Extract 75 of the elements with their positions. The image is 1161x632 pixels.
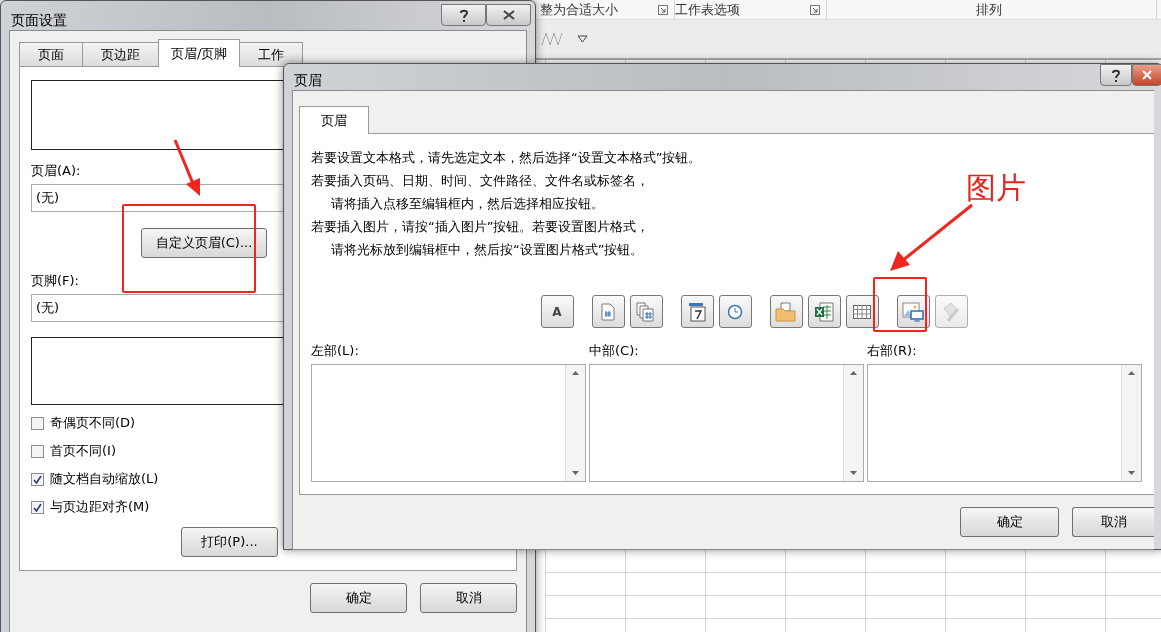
- footer-label: 页脚(F):: [31, 272, 80, 290]
- toolbar-button[interactable]: [591, 295, 625, 328]
- checkbox[interactable]: [31, 444, 44, 458]
- help-icon: [458, 7, 469, 23]
- page-number-icon: [601, 302, 615, 321]
- scroll-down-icon[interactable]: [572, 471, 579, 475]
- checkbox[interactable]: [31, 500, 44, 514]
- print-button[interactable]: 打印(P)...: [181, 527, 278, 557]
- help-icon: [1111, 67, 1121, 83]
- launcher-icon[interactable]: [810, 4, 820, 15]
- tab[interactable]: 页面: [19, 42, 83, 67]
- clock-icon: [727, 303, 743, 320]
- launcher-icon[interactable]: [658, 4, 668, 15]
- instruction-text: 若要插入图片，请按“插入图片”按钮。若要设置图片格式，: [311, 217, 650, 236]
- cancel-button[interactable]: 取消: [420, 583, 517, 613]
- close-icon: [502, 10, 515, 20]
- highlight-frame: [873, 277, 927, 332]
- toolbar-button[interactable]: [769, 295, 803, 328]
- section-label: 中部(C):: [589, 342, 640, 360]
- close-icon: [1142, 70, 1152, 80]
- annotation-label: 图片: [966, 169, 1026, 207]
- help-button[interactable]: [441, 4, 486, 26]
- toolbar-button[interactable]: [896, 295, 930, 328]
- scrollbar[interactable]: [1121, 365, 1141, 481]
- calendar-icon: [688, 301, 706, 322]
- toolbar-button[interactable]: [718, 295, 752, 328]
- instruction-text: 若要设置文本格式，请先选定文本，然后选择“设置文本格式”按钮。: [311, 148, 702, 167]
- tab[interactable]: 页边距: [82, 42, 159, 67]
- window-title: 页眉: [294, 72, 322, 90]
- close-button[interactable]: [1132, 64, 1161, 86]
- instruction-text: 若要插入页码、日期、时间、文件路径、文件名或标签名，: [311, 171, 649, 190]
- toolbar-button[interactable]: [807, 295, 841, 328]
- checkbox-label: 奇偶页不同(D): [50, 414, 136, 432]
- close-button[interactable]: [486, 4, 531, 26]
- help-button[interactable]: [1100, 64, 1132, 86]
- ribbon-group-label: 整为合适大小: [540, 0, 618, 19]
- scroll-up-icon[interactable]: [850, 371, 857, 375]
- ribbon-group-label: 工作表选项: [675, 0, 740, 19]
- toolbar-button[interactable]: [629, 295, 663, 328]
- format-text-button[interactable]: A: [540, 295, 574, 328]
- table-icon: [853, 304, 871, 319]
- ok-button[interactable]: 确定: [310, 583, 407, 613]
- checkbox-label: 随文档自动缩放(L): [50, 470, 159, 488]
- ok-button[interactable]: 确定: [960, 507, 1059, 537]
- scroll-down-icon[interactable]: [1128, 471, 1135, 475]
- header-label: 页眉(A):: [31, 162, 82, 180]
- spreadsheet-icon: [814, 301, 834, 322]
- custom-header-button[interactable]: 自定义页眉(C)...: [141, 228, 267, 258]
- scroll-up-icon[interactable]: [572, 371, 579, 375]
- dropdown-icon[interactable]: [577, 35, 588, 43]
- tab[interactable]: 页眉/页脚: [158, 39, 241, 67]
- toolbar-button[interactable]: [845, 295, 879, 328]
- ribbon-group-label: 排列: [975, 0, 1002, 19]
- scroll-down-icon[interactable]: [850, 471, 857, 475]
- picture-icon: [902, 301, 924, 322]
- section-label: 右部(R):: [867, 342, 918, 360]
- instruction-text: 请将光标放到编辑框中，然后按“设置图片格式”按钮。: [331, 240, 644, 259]
- checkbox-label: 首页不同(I): [50, 442, 116, 460]
- scrollbar[interactable]: [565, 365, 585, 481]
- checkbox[interactable]: [31, 416, 44, 430]
- checkbox[interactable]: [31, 472, 44, 486]
- instruction-text: 请将插入点移至编辑框内，然后选择相应按钮。: [331, 194, 604, 213]
- pages-icon: [636, 301, 656, 322]
- folder-icon: [775, 301, 797, 322]
- tab[interactable]: 页眉: [299, 106, 369, 134]
- scroll-up-icon[interactable]: [1128, 371, 1135, 375]
- footer-dropdown[interactable]: (无): [31, 294, 285, 322]
- section-label: 左部(L):: [311, 342, 360, 360]
- checkbox-label: 与页边距对齐(M): [50, 498, 150, 516]
- scrollbar[interactable]: [843, 365, 863, 481]
- toolbar-button[interactable]: [680, 295, 714, 328]
- header-dropdown[interactable]: (无): [31, 184, 285, 212]
- window-title: 页面设置: [11, 12, 67, 30]
- tab[interactable]: 工作: [239, 42, 304, 67]
- cancel-button[interactable]: 取消: [1072, 507, 1154, 537]
